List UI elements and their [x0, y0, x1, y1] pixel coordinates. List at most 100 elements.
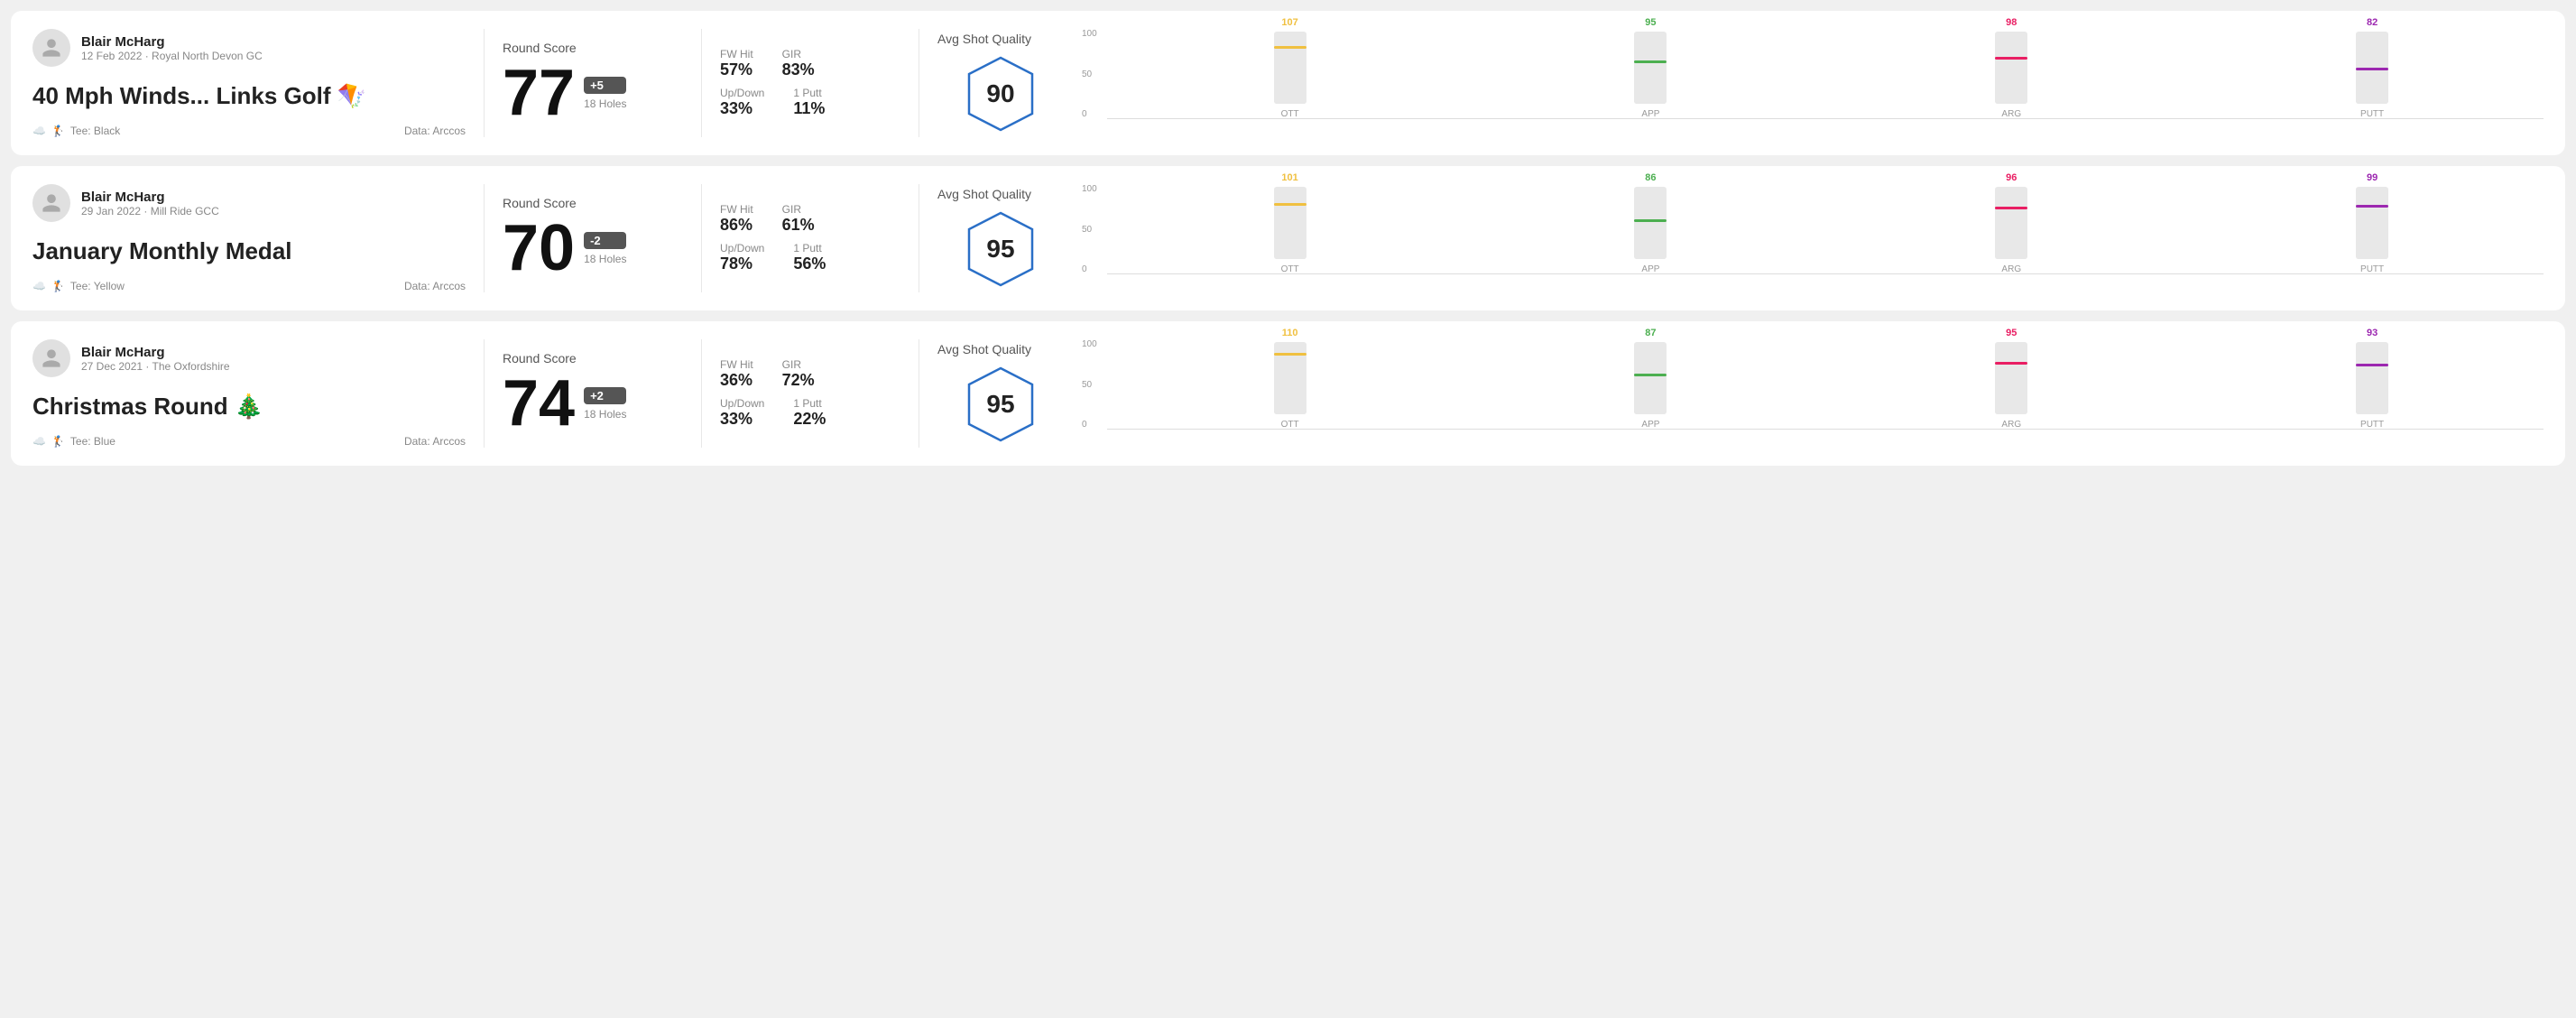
bar-fill: [2356, 68, 2388, 104]
one-putt-value: 22%: [793, 410, 826, 429]
y-axis: 100 50 0: [1082, 29, 1097, 119]
bar-chart: 100 50 0 107 OTT 95 APP 98 ARG: [1082, 29, 2544, 137]
avatar: [32, 339, 70, 377]
fw-hit-label: FW Hit: [720, 203, 753, 216]
stats-section: FW Hit 57% GIR 83% Up/Down 33% 1 Putt 11…: [720, 29, 900, 137]
player-name: Blair McHarg: [81, 345, 230, 360]
left-section: Blair McHarg 27 Dec 2021 · The Oxfordshi…: [32, 339, 466, 448]
stats-row-top: FW Hit 86% GIR 61%: [720, 203, 900, 235]
divider2: [701, 29, 702, 137]
bag-icon: 🏌️: [51, 435, 65, 448]
bar-indicator: [1995, 207, 2027, 209]
divider2: [701, 184, 702, 292]
stats-row-bottom: Up/Down 33% 1 Putt 11%: [720, 87, 900, 118]
hex-score: 95: [986, 390, 1014, 419]
stats-row-bottom: Up/Down 33% 1 Putt 22%: [720, 397, 900, 429]
player-info: Blair McHarg 29 Jan 2022 · Mill Ride GCC: [32, 184, 466, 222]
bar-value: 96: [2006, 172, 2017, 183]
gir-stat: GIR 61%: [782, 203, 815, 235]
data-source: Data: Arccos: [404, 280, 466, 292]
score-section: Round Score 74 +2 18 Holes: [503, 339, 683, 448]
stats-section: FW Hit 36% GIR 72% Up/Down 33% 1 Putt 22…: [720, 339, 900, 448]
bar-value: 98: [2006, 17, 2017, 28]
gir-stat: GIR 72%: [782, 358, 815, 390]
score-section: Round Score 70 -2 18 Holes: [503, 184, 683, 292]
fw-hit-value: 36%: [720, 371, 753, 390]
fw-hit-stat: FW Hit 57%: [720, 48, 753, 79]
tee-row: ☁️ 🏌️ Tee: Blue Data: Arccos: [32, 435, 466, 448]
bar-fill: [1274, 203, 1306, 259]
player-meta: 29 Jan 2022 · Mill Ride GCC: [81, 205, 219, 217]
bag-icon: 🏌️: [51, 125, 65, 137]
chart-section: 100 50 0 107 OTT 95 APP 98 ARG: [1064, 29, 2544, 137]
bar-group-putt: 82 PUTT: [2201, 17, 2544, 119]
bar-group-ott: 101 OTT: [1119, 172, 1462, 274]
up-down-value: 33%: [720, 410, 764, 429]
one-putt-value: 11%: [793, 99, 825, 118]
score-badge-col: -2 18 Holes: [584, 232, 626, 265]
stats-row-top: FW Hit 36% GIR 72%: [720, 358, 900, 390]
gir-value: 61%: [782, 216, 815, 235]
bar-group-arg: 96 ARG: [1840, 172, 2183, 274]
bar-wrapper: [1995, 32, 2027, 104]
y-axis: 100 50 0: [1082, 184, 1097, 274]
score-section: Round Score 77 +5 18 Holes: [503, 29, 683, 137]
bar-fill: [1995, 57, 2027, 104]
round-score-label: Round Score: [503, 351, 683, 366]
one-putt-stat: 1 Putt 22%: [793, 397, 826, 429]
bar-fill: [2356, 364, 2388, 414]
bar-indicator: [1274, 203, 1306, 206]
up-down-stat: Up/Down 78%: [720, 242, 764, 273]
bar-indicator: [1634, 374, 1667, 376]
bar-fill: [2356, 205, 2388, 259]
y-axis: 100 50 0: [1082, 339, 1097, 430]
bar-group-ott: 110 OTT: [1119, 328, 1462, 430]
hexagon: 95: [960, 208, 1041, 290]
bar-fill: [1274, 46, 1306, 104]
bar-group-app: 87 APP: [1480, 328, 1823, 430]
bar-wrapper: [2356, 187, 2388, 259]
bar-fill: [1634, 374, 1667, 414]
bar-wrapper: [1995, 342, 2027, 414]
chart-baseline: [1107, 118, 2544, 119]
fw-hit-stat: FW Hit 86%: [720, 203, 753, 235]
bar-chart: 100 50 0 101 OTT 86 APP 96 ARG: [1082, 184, 2544, 292]
round-card-round3: Blair McHarg 27 Dec 2021 · The Oxfordshi…: [11, 321, 2565, 466]
tee-label: Tee: Blue: [70, 435, 115, 448]
round-title: January Monthly Medal: [32, 237, 466, 265]
round-card-round2: Blair McHarg 29 Jan 2022 · Mill Ride GCC…: [11, 166, 2565, 310]
one-putt-label: 1 Putt: [793, 87, 825, 99]
left-section: Blair McHarg 12 Feb 2022 · Royal North D…: [32, 29, 466, 137]
bar-fill: [1634, 60, 1667, 104]
bar-value: 87: [1645, 328, 1656, 338]
bar-indicator: [2356, 364, 2388, 366]
tee-row: ☁️ 🏌️ Tee: Black Data: Arccos: [32, 125, 466, 137]
player-name: Blair McHarg: [81, 34, 263, 50]
up-down-value: 33%: [720, 99, 764, 118]
stats-row-bottom: Up/Down 78% 1 Putt 56%: [720, 242, 900, 273]
hex-score: 90: [986, 79, 1014, 108]
one-putt-label: 1 Putt: [793, 397, 826, 410]
bar-value: 110: [1282, 328, 1298, 338]
avatar: [32, 184, 70, 222]
player-meta: 12 Feb 2022 · Royal North Devon GC: [81, 50, 263, 62]
user-icon: [41, 37, 62, 59]
weather-icon: ☁️: [32, 435, 46, 448]
tee-info: ☁️ 🏌️ Tee: Black: [32, 125, 120, 137]
score-diff-badge: -2: [584, 232, 626, 249]
divider: [484, 184, 485, 292]
chart-baseline: [1107, 429, 2544, 430]
tee-info: ☁️ 🏌️ Tee: Yellow: [32, 280, 125, 292]
divider2: [701, 339, 702, 448]
round-title: 40 Mph Winds... Links Golf 🪁: [32, 82, 466, 110]
bar-wrapper: [1634, 32, 1667, 104]
tee-label: Tee: Yellow: [70, 280, 125, 292]
bar-wrapper: [1274, 32, 1306, 104]
up-down-label: Up/Down: [720, 397, 764, 410]
score-diff-badge: +5: [584, 77, 626, 94]
round-card-round1: Blair McHarg 12 Feb 2022 · Royal North D…: [11, 11, 2565, 155]
left-section: Blair McHarg 29 Jan 2022 · Mill Ride GCC…: [32, 184, 466, 292]
stats-row-top: FW Hit 57% GIR 83%: [720, 48, 900, 79]
avatar: [32, 29, 70, 67]
chart-baseline: [1107, 273, 2544, 274]
